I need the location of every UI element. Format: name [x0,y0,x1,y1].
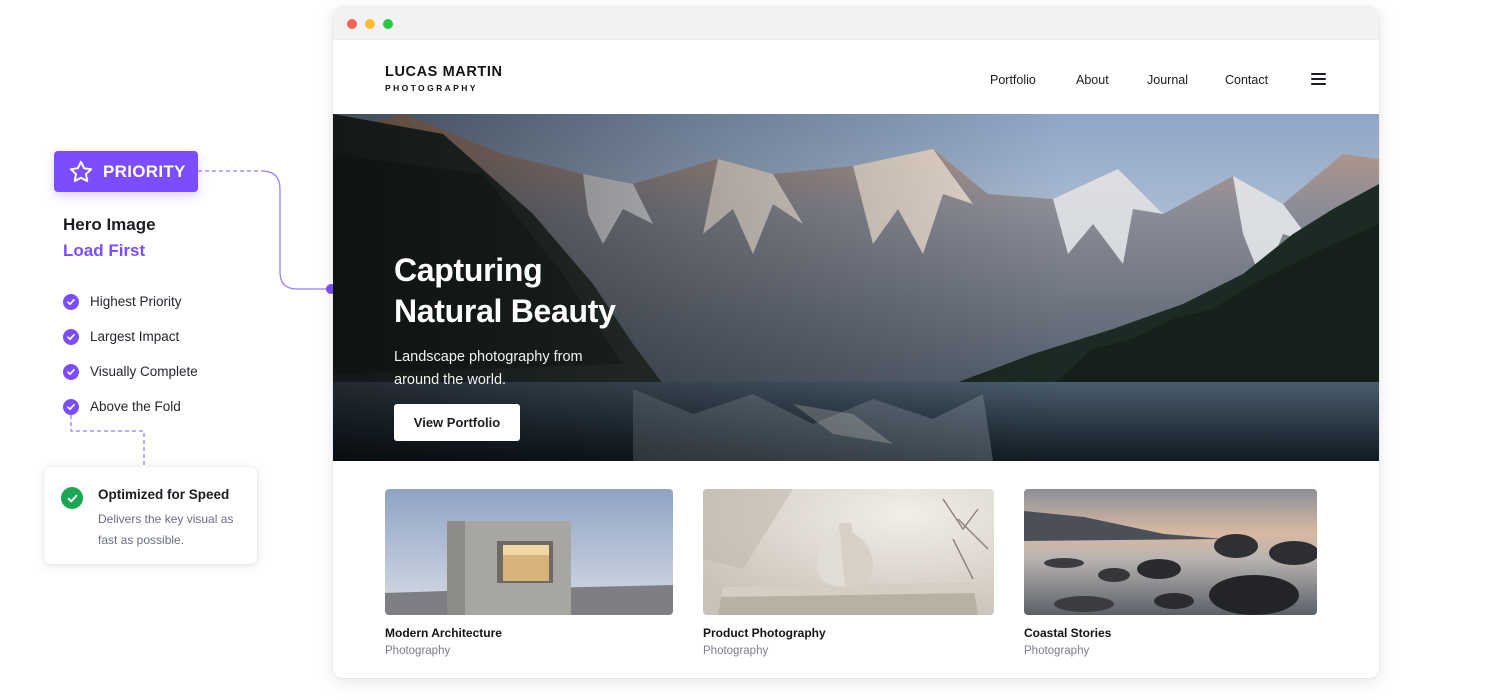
check-item-label: Highest Priority [90,294,182,309]
priority-badge-label: PRIORITY [103,161,186,181]
hero-heading: Capturing Natural Beauty [394,250,616,332]
nav-link-journal[interactable]: Journal [1147,73,1188,87]
check-icon [63,328,79,345]
check-item-label: Visually Complete [90,364,198,379]
card-title[interactable]: Product Photography [703,626,994,640]
priority-badge: PRIORITY [54,151,198,192]
nav-link-contact[interactable]: Contact [1225,73,1268,87]
hero-banner: Capturing Natural Beauty Landscape photo… [333,114,1379,461]
nav-link-about[interactable]: About [1076,73,1109,87]
speed-card-title: Optimized for Speed [98,487,230,502]
check-item-label: Largest Impact [90,329,180,344]
check-icon [63,293,79,310]
product-thumbnail[interactable] [703,489,994,615]
hamburger-menu-icon[interactable] [1311,73,1326,85]
check-item: Above the Fold [63,389,198,424]
priority-check-list: Highest Priority Largest Impact Visually… [63,284,198,424]
card-title[interactable]: Coastal Stories [1024,626,1317,640]
check-item: Visually Complete [63,354,198,389]
portfolio-card-coastal[interactable]: Coastal Stories Photography [1024,489,1317,657]
success-check-icon [61,487,83,509]
portfolio-card-product[interactable]: Product Photography Photography [703,489,994,657]
browser-window: LUCAS MARTIN PHOTOGRAPHY Portfolio About… [333,7,1379,678]
optimized-speed-card: Optimized for Speed Delivers the key vis… [44,467,257,564]
check-item: Largest Impact [63,319,198,354]
card-category: Photography [385,645,451,657]
star-icon [69,160,93,182]
browser-titlebar [333,7,1379,40]
check-icon [63,398,79,415]
speed-card-description: Delivers the key visual as fast as possi… [98,512,234,547]
view-portfolio-button[interactable]: View Portfolio [394,404,520,441]
card-category: Photography [703,645,769,657]
annotation-subtitle: Load First [63,241,146,260]
card-title[interactable]: Modern Architecture [385,626,673,640]
maximize-window-dot[interactable] [383,19,393,29]
site-logo-subtitle: PHOTOGRAPHY [385,83,478,93]
close-window-dot[interactable] [347,19,357,29]
check-item: Highest Priority [63,284,198,319]
hero-description: Landscape photography from around the wo… [394,349,583,388]
site-logo-name[interactable]: LUCAS MARTIN [385,64,503,80]
site-header: LUCAS MARTIN PHOTOGRAPHY Portfolio About… [333,40,1379,114]
annotation-title: Hero Image [63,215,156,234]
hero-heading-line2: Natural Beauty [394,293,616,329]
check-icon [63,363,79,380]
card-category: Photography [1024,645,1090,657]
hero-heading-line1: Capturing [394,252,543,288]
architecture-thumbnail[interactable] [385,489,673,615]
check-item-label: Above the Fold [90,399,181,414]
portfolio-card-architecture[interactable]: Modern Architecture Photography [385,489,673,657]
nav-link-portfolio[interactable]: Portfolio [990,73,1036,87]
coastal-thumbnail[interactable] [1024,489,1317,615]
minimize-window-dot[interactable] [365,19,375,29]
